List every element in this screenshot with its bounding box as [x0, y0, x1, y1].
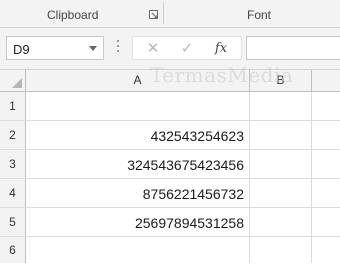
table-row: 4 8756221456732 — [0, 179, 340, 208]
table-row: 2 432543254623 — [0, 121, 340, 150]
row-header[interactable]: 3 — [0, 150, 26, 178]
table-row: 1 — [0, 92, 340, 121]
table-row: 3 324543675423456 — [0, 150, 340, 179]
font-group-label: Font — [247, 8, 272, 22]
cell-a6[interactable] — [26, 237, 250, 263]
row-header[interactable]: 6 — [0, 237, 26, 263]
select-all-icon — [12, 78, 22, 88]
table-row: 5 25697894531258 — [0, 208, 340, 237]
row-header[interactable]: 2 — [0, 121, 26, 149]
row-header[interactable]: 4 — [0, 179, 26, 207]
formula-buttons: ✕ ✓ fx — [132, 36, 242, 60]
column-header-c[interactable] — [312, 70, 340, 91]
clipboard-group-label: Clipboard — [47, 8, 99, 22]
insert-function-icon[interactable]: fx — [209, 39, 233, 59]
worksheet-grid: 1 2 432543254623 3 324543675423456 4 875… — [0, 92, 340, 266]
grip-handle-icon[interactable] — [117, 40, 120, 56]
enter-icon[interactable]: ✓ — [175, 39, 199, 59]
row-header[interactable]: 5 — [0, 208, 26, 236]
cell-b2[interactable] — [250, 121, 312, 149]
cell-b5[interactable] — [250, 208, 312, 236]
group-separator — [163, 2, 164, 24]
cell-b1[interactable] — [250, 92, 312, 120]
dialog-launcher-icon[interactable] — [149, 10, 159, 20]
formula-input[interactable] — [246, 36, 340, 60]
cell-a4[interactable]: 8756221456732 — [26, 179, 250, 207]
cell-a3[interactable]: 324543675423456 — [26, 150, 250, 178]
cell-c5[interactable] — [312, 208, 340, 236]
name-box-value: D9 — [13, 42, 30, 57]
cell-c1[interactable] — [312, 92, 340, 120]
select-all-button[interactable] — [0, 70, 26, 91]
cell-c6[interactable] — [312, 237, 340, 263]
chevron-down-icon[interactable] — [89, 46, 97, 51]
cell-a5[interactable]: 25697894531258 — [26, 208, 250, 236]
watermark: TermasMedia — [150, 63, 294, 87]
cell-a2[interactable]: 432543254623 — [26, 121, 250, 149]
ribbon-group-labels: Clipboard Font — [0, 0, 340, 28]
cell-c4[interactable] — [312, 179, 340, 207]
cell-b4[interactable] — [250, 179, 312, 207]
cell-b6[interactable] — [250, 237, 312, 263]
cell-c3[interactable] — [312, 150, 340, 178]
cell-c2[interactable] — [312, 121, 340, 149]
table-row: 6 — [0, 237, 340, 263]
cell-a1[interactable] — [26, 92, 250, 120]
row-header[interactable]: 1 — [0, 92, 26, 120]
cancel-icon[interactable]: ✕ — [141, 39, 165, 59]
name-box[interactable]: D9 — [6, 36, 104, 60]
cell-b3[interactable] — [250, 150, 312, 178]
